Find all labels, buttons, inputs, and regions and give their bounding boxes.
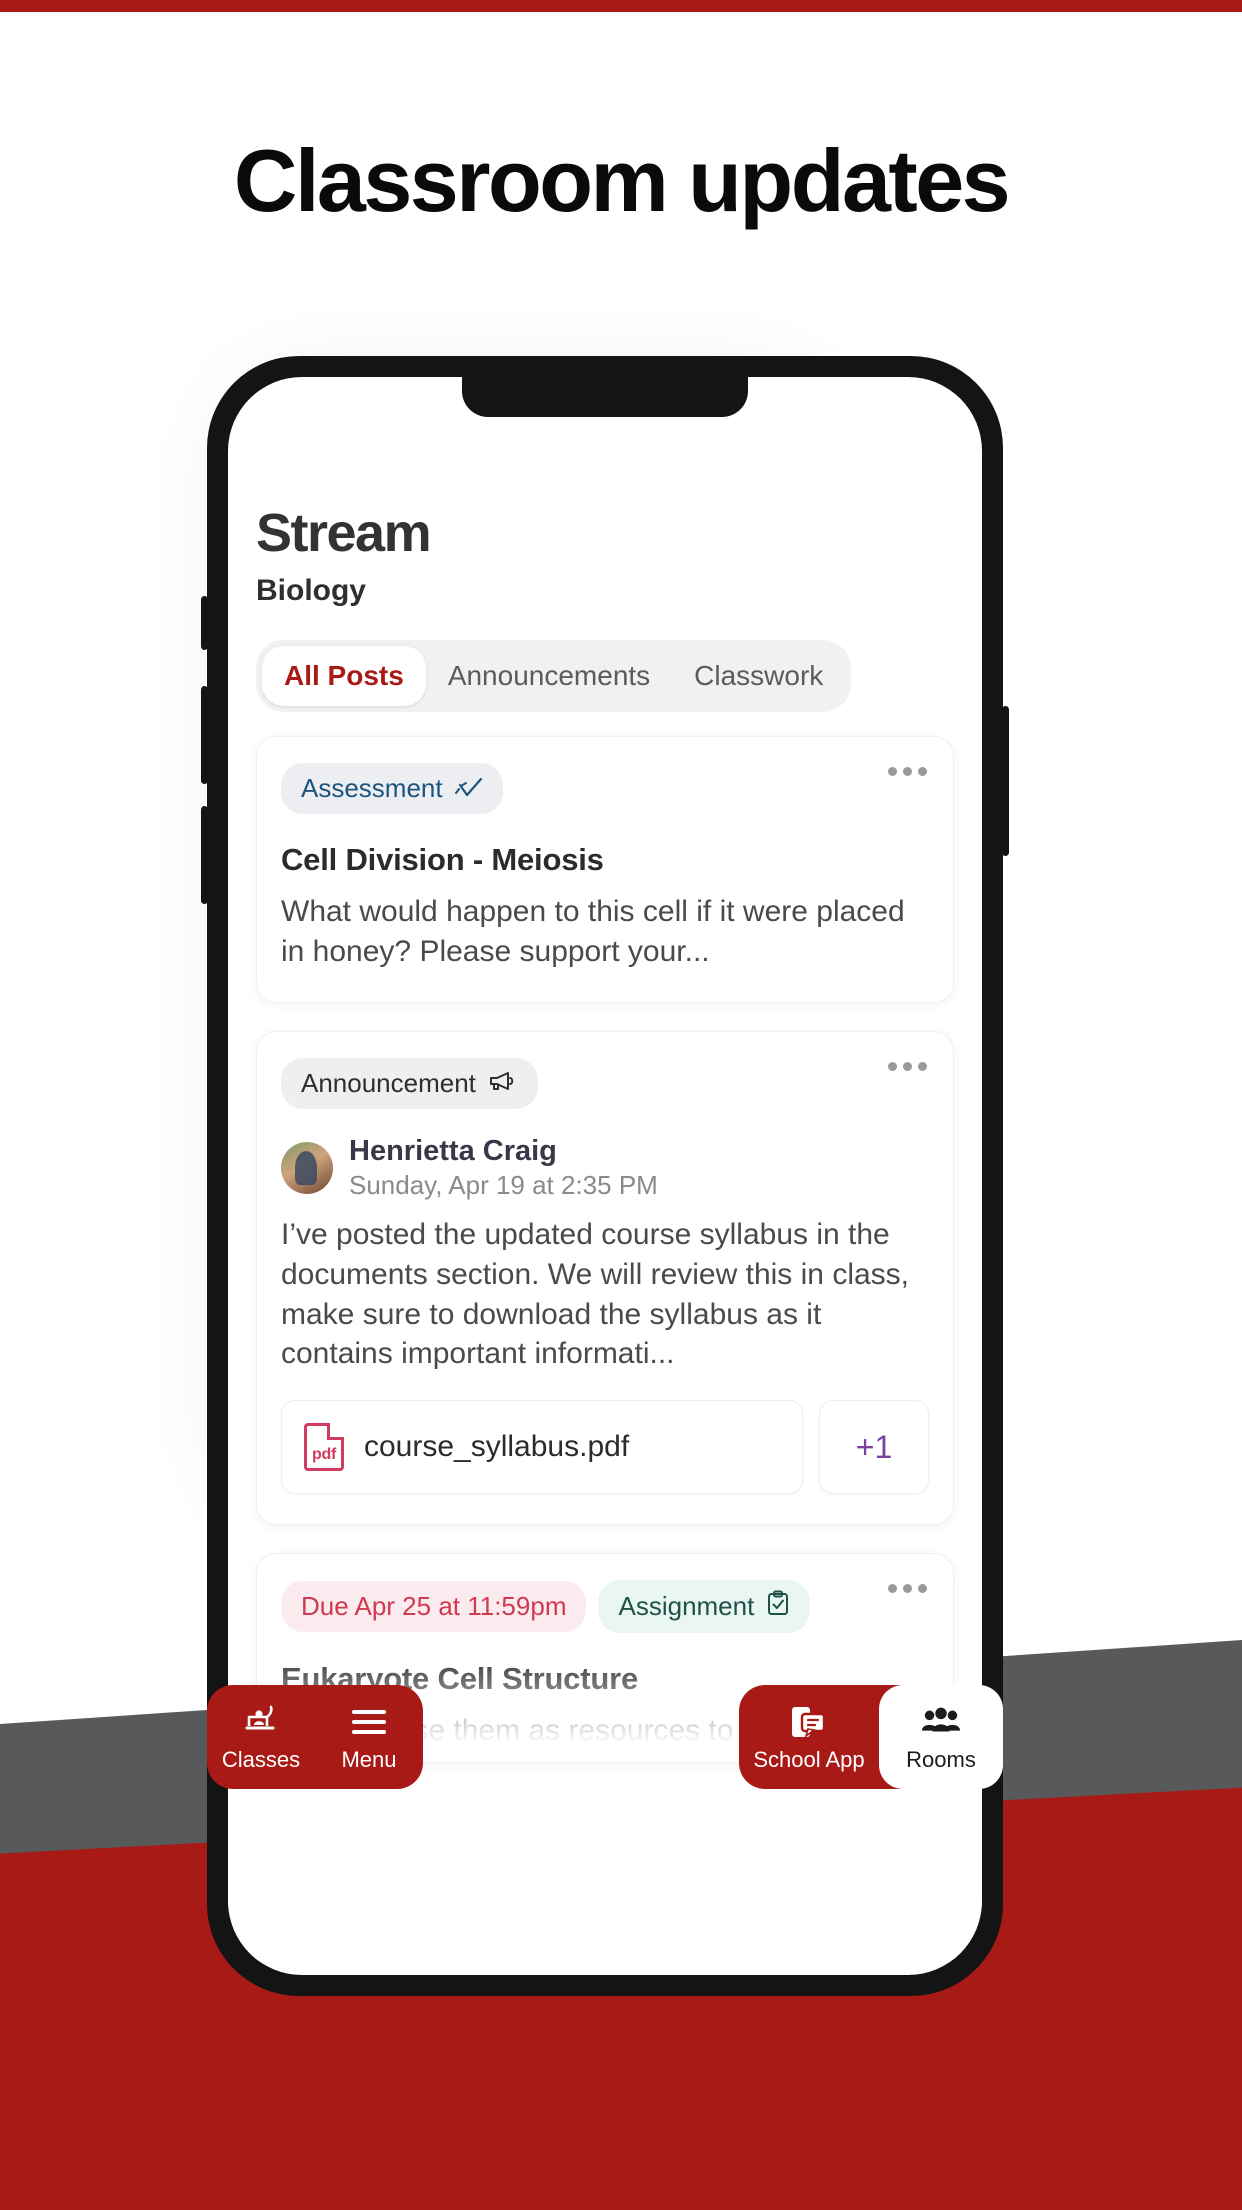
status-badge-assignment: Assignment <box>598 1580 811 1634</box>
nav-item-rooms[interactable]: Rooms <box>879 1685 1003 1789</box>
tab-classwork[interactable]: Classwork <box>672 646 845 706</box>
author-meta: Henrietta Craig Sunday, Apr 19 at 2:35 P… <box>349 1135 658 1201</box>
post-body: What would happen to this cell if it wer… <box>281 895 905 968</box>
card-header: Assessment <box>281 763 929 814</box>
people-group-icon <box>920 1703 962 1741</box>
hamburger-menu-icon <box>348 1703 390 1741</box>
phone-power-button[interactable] <box>1002 706 1009 856</box>
megaphone-icon <box>488 1068 518 1099</box>
post-timestamp: Sunday, Apr 19 at 2:35 PM <box>349 1169 658 1200</box>
red-base-band <box>0 2050 1242 2210</box>
post-title: Cell Division - Meiosis <box>281 842 604 877</box>
post-body: I’ve posted the updated course syllabus … <box>281 1217 910 1371</box>
nav-label: Menu <box>341 1747 397 1772</box>
card-header: Due Apr 25 at 11:59pm Assignment <box>281 1580 929 1634</box>
more-options-icon[interactable] <box>888 1584 927 1594</box>
clipboard-check-icon <box>766 1590 790 1623</box>
page-title: Classroom updates <box>233 131 1011 230</box>
post-card-assessment[interactable]: Assessment Cell Division - Meiosis What … <box>256 736 954 1003</box>
phone-notch <box>462 377 748 417</box>
post-filter-tabs: All Posts Announcements Classwork <box>256 640 852 712</box>
nav-label: School App <box>753 1747 865 1772</box>
nav-item-school-app[interactable]: School App <box>739 1685 879 1789</box>
card-header: Announcement <box>281 1057 929 1109</box>
status-badge-announcement: Announcement <box>281 1057 538 1109</box>
screen-subtitle: Biology <box>256 574 366 607</box>
post-feed: Assessment Cell Division - Meiosis What … <box>256 736 954 1764</box>
nav-group-left: Classes Menu <box>207 1685 423 1789</box>
nav-label: Classes <box>221 1747 301 1772</box>
badge-label: Announcement <box>301 1067 476 1098</box>
post-card-announcement[interactable]: Announcement Henrietta Craig Sunday, Apr… <box>256 1030 954 1526</box>
lectern-presenter-icon <box>240 1703 282 1741</box>
trend-chart-icon <box>454 773 483 804</box>
bottom-navigation: Classes Menu School App Rooms <box>207 1677 1003 1797</box>
screen-title: Stream <box>256 503 432 563</box>
status-badge-assessment: Assessment <box>281 763 503 814</box>
phone-mute-switch[interactable] <box>201 596 208 650</box>
phone-chat-icon <box>788 1703 830 1741</box>
phone-volume-up-button[interactable] <box>201 686 208 784</box>
attachment-name: course_syllabus.pdf <box>364 1430 630 1464</box>
phone-volume-down-button[interactable] <box>201 806 208 904</box>
tab-announcements[interactable]: Announcements <box>426 646 672 706</box>
avatar <box>281 1141 333 1194</box>
nav-item-classes[interactable]: Classes <box>207 1685 315 1789</box>
author-name: Henrietta Craig <box>349 1134 557 1167</box>
badge-label: Assessment <box>301 773 443 803</box>
status-badge-due-date: Due Apr 25 at 11:59pm <box>281 1581 587 1633</box>
more-options-icon[interactable] <box>888 1061 927 1071</box>
pdf-file-icon: pdf <box>304 1423 344 1472</box>
nav-label: Rooms <box>906 1747 976 1772</box>
nav-item-menu[interactable]: Menu <box>315 1685 423 1789</box>
post-author: Henrietta Craig Sunday, Apr 19 at 2:35 P… <box>281 1135 929 1201</box>
more-options-icon[interactable] <box>888 767 927 776</box>
top-accent-band <box>0 0 1242 12</box>
attachment-row: pdf course_syllabus.pdf +1 <box>281 1400 929 1495</box>
attachment-more-button[interactable]: +1 <box>819 1400 929 1495</box>
nav-group-right: School App Rooms <box>739 1685 1003 1789</box>
badge-label: Assignment <box>618 1591 755 1622</box>
attachment-pdf[interactable]: pdf course_syllabus.pdf <box>281 1400 803 1495</box>
tab-all-posts[interactable]: All Posts <box>262 646 426 706</box>
phone-mockup: Stream Biology All Posts Announcements C… <box>201 356 1009 1996</box>
